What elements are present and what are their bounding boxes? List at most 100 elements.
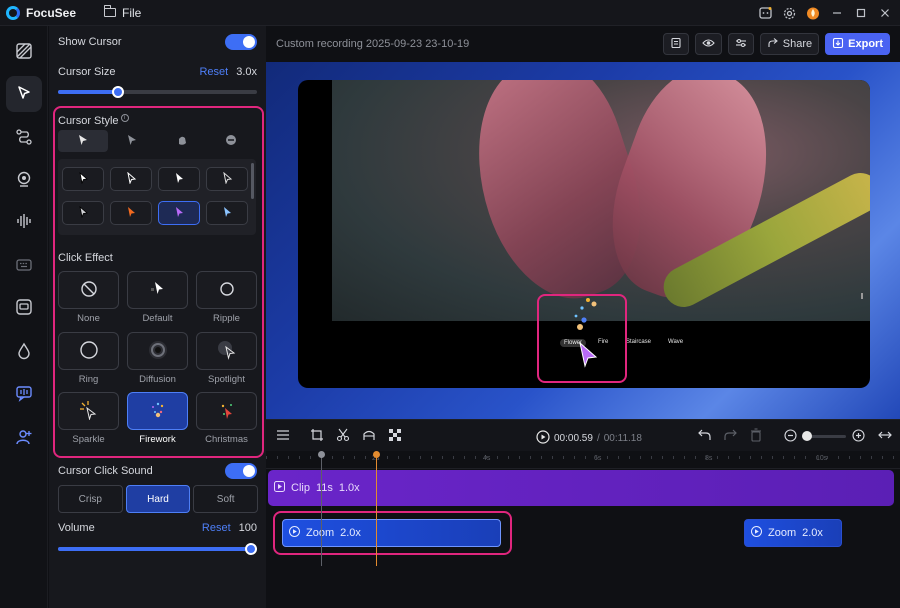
cursor-purple-icon <box>174 206 185 221</box>
cursor-size-slider[interactable] <box>58 86 257 98</box>
share-button[interactable]: Share <box>759 33 820 55</box>
ruler-tick-mark <box>409 456 410 459</box>
cursor-grid-scrollbar[interactable] <box>251 163 254 199</box>
trim-marker-handle[interactable] <box>318 451 325 458</box>
cursor-option-1[interactable] <box>62 167 104 191</box>
effect-spotlight[interactable] <box>196 332 257 370</box>
preview-button[interactable] <box>694 33 722 55</box>
rail-avatar[interactable] <box>6 420 42 456</box>
playhead-handle[interactable] <box>373 451 380 458</box>
info-icon[interactable]: i <box>120 114 129 122</box>
adjust-button[interactable] <box>727 33 754 55</box>
undo-icon[interactable] <box>698 429 711 444</box>
rail-audio[interactable] <box>6 204 42 240</box>
cursor-option-4[interactable] <box>206 167 248 191</box>
rail-path[interactable] <box>6 120 42 156</box>
rail-cursor[interactable] <box>6 76 42 112</box>
cursor-option-8[interactable] <box>206 201 248 225</box>
timeline-ruler[interactable]: 2s4s6s8s10s <box>266 451 900 469</box>
ruler-tick-mark <box>860 456 861 459</box>
effect-default[interactable] <box>127 271 188 309</box>
effect-diffusion[interactable] <box>127 332 188 370</box>
ruler-tick-mark <box>288 456 289 459</box>
sound-option-soft[interactable]: Soft <box>193 485 259 513</box>
timeline-menu-icon[interactable] <box>276 429 290 444</box>
effect-ring[interactable] <box>58 332 119 370</box>
tab-cursor-hand[interactable] <box>157 130 207 152</box>
effect-firework-selected[interactable] <box>127 392 188 430</box>
subtitles-button[interactable] <box>662 33 689 55</box>
mosaic-icon[interactable] <box>388 428 402 445</box>
effect-none[interactable] <box>58 271 119 309</box>
freeze-icon[interactable] <box>362 428 376 445</box>
export-button[interactable]: Export <box>825 33 890 55</box>
playhead-line <box>376 454 377 566</box>
preview-edge-marker <box>861 293 863 299</box>
minimize-icon[interactable] <box>830 6 844 20</box>
share-icon <box>767 37 779 52</box>
effect-sparkle[interactable] <box>58 392 119 430</box>
rail-webcam[interactable] <box>6 162 42 198</box>
redo-icon[interactable] <box>724 429 737 444</box>
preview-canvas[interactable]: Flower Fire Staircase Wave <box>266 62 900 419</box>
rail-keyboard[interactable] <box>6 248 42 284</box>
crop-icon[interactable] <box>310 428 324 445</box>
timeline-zoom-slider[interactable] <box>802 431 846 441</box>
rail-ai-voice[interactable] <box>6 376 42 412</box>
file-menu[interactable]: File <box>103 5 141 20</box>
premium-flame-icon[interactable] <box>806 6 820 20</box>
volume-reset-button[interactable]: Reset <box>202 522 231 534</box>
effect-diffusion-label: Diffusion <box>139 374 176 385</box>
sound-option-hard[interactable]: Hard <box>125 485 191 513</box>
ruler-tick-mark <box>893 456 894 459</box>
cursor-option-5[interactable] <box>62 201 104 225</box>
cursor-option-7-selected[interactable] <box>158 201 200 225</box>
path-curve-icon <box>15 128 33 149</box>
show-cursor-row: Show Cursor <box>58 34 257 50</box>
zoom-in-icon[interactable] <box>852 429 865 445</box>
ruler-tick-mark <box>673 456 674 459</box>
volume-slider-fill <box>58 547 257 551</box>
fit-width-icon[interactable] <box>878 429 892 444</box>
play-button[interactable] <box>536 430 550 447</box>
rail-watermark[interactable] <box>6 334 42 370</box>
rail-background[interactable] <box>6 34 42 70</box>
close-icon[interactable] <box>878 6 892 20</box>
effect-ripple[interactable] <box>196 271 257 309</box>
cursor-option-6[interactable] <box>110 201 152 225</box>
ruler-tick-mark <box>717 456 718 459</box>
ruler-tick-mark <box>728 456 729 459</box>
timeline-zoom-knob[interactable] <box>802 431 812 441</box>
effect-ripple-label: Ripple <box>213 313 240 324</box>
ruler-tick-label: 10s <box>816 455 828 462</box>
zoom-segment-2[interactable]: Zoom 2.0x <box>744 519 842 547</box>
effect-christmas[interactable] <box>196 392 257 430</box>
cursor-option-3[interactable] <box>158 167 200 191</box>
ruler-tick-mark <box>431 456 432 459</box>
delete-icon[interactable] <box>750 428 762 445</box>
cursor-size-slider-knob[interactable] <box>111 86 124 98</box>
ruler-tick-mark <box>299 456 300 459</box>
tab-cursor-mac[interactable] <box>108 130 158 152</box>
zoom-out-icon[interactable] <box>784 429 797 445</box>
time-separator: / <box>596 433 600 444</box>
sound-option-crisp[interactable]: Crisp <box>58 485 123 513</box>
ripple-icon <box>218 280 236 301</box>
clip-track[interactable]: Clip 11s 1.0x <box>268 470 894 506</box>
cursor-size-reset-button[interactable]: Reset <box>199 66 228 78</box>
tab-cursor-default[interactable] <box>58 130 108 152</box>
feedback-icon[interactable] <box>758 6 772 20</box>
volume-slider-knob[interactable] <box>245 543 257 555</box>
scissors-icon[interactable] <box>336 428 350 445</box>
volume-slider[interactable] <box>58 543 257 555</box>
cursor-option-2[interactable] <box>110 167 152 191</box>
tool-rail <box>0 26 48 608</box>
click-sound-toggle[interactable] <box>225 463 257 479</box>
zoom-segment-1[interactable]: Zoom 2.0x <box>282 519 501 547</box>
settings-gear-icon[interactable] <box>782 6 796 20</box>
show-cursor-toggle[interactable] <box>225 34 257 50</box>
maximize-icon[interactable] <box>854 6 868 20</box>
rail-subtitle[interactable] <box>6 290 42 326</box>
tab-cursor-circle[interactable] <box>207 130 257 152</box>
ruler-tick-mark <box>739 456 740 459</box>
